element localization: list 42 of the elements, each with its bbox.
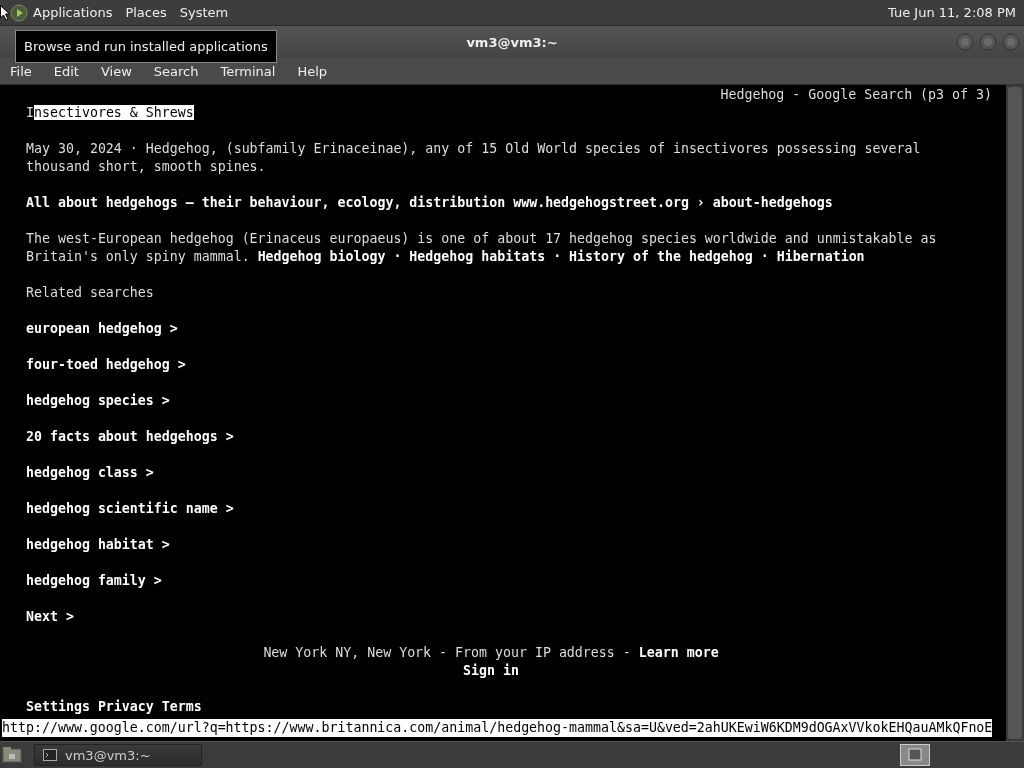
window-control-icon[interactable] <box>979 33 997 51</box>
task-button[interactable]: vm3@vm3:~ <box>34 744 202 766</box>
menu-item[interactable]: Edit <box>53 63 79 79</box>
text-line: hedgehog family > <box>26 573 162 588</box>
cursor-icon <box>0 5 10 21</box>
clock[interactable]: Tue Jun 11, 2:08 PM <box>888 5 1016 20</box>
text-line: Next > <box>26 609 74 624</box>
text-line: Britain's only spiny mammal. Hedgehog biology · Hedgehog habitats · History of the hedgehog · Hibernation <box>26 249 865 264</box>
text-line: Settings Privacy Terms <box>26 699 202 714</box>
page-title: Hedgehog - Google Search (p3 of 3) <box>720 86 992 104</box>
text-line: All about hedgehogs – their behaviour, ecology, distribution www.hedgehogstreet.org › about-hedgehogs <box>26 195 833 210</box>
text-line: european hedgehog > <box>26 321 178 336</box>
text-line: hedgehog scientific name > <box>26 501 234 516</box>
menu-item[interactable]: View <box>100 63 132 79</box>
text-line: four-toed hedgehog > <box>26 357 186 372</box>
text-line: hedgehog class > <box>26 465 154 480</box>
window-control-icon[interactable] <box>1002 33 1020 51</box>
terminal-icon <box>43 749 57 761</box>
window-control-icon[interactable] <box>956 33 974 51</box>
play-icon[interactable] <box>10 3 28 22</box>
text-line: May 30, 2024 · Hedgehog, (subfamily Erinaceinae), any of 15 Old World species of insectivores possessing several <box>26 141 921 156</box>
panel-menu[interactable]: Applications <box>33 5 113 20</box>
text-line: 20 facts about hedgehogs > <box>26 429 234 444</box>
link[interactable]: nsectivores & Shrews <box>34 105 194 120</box>
panel-menu[interactable]: Places <box>125 5 167 20</box>
text-line: New York NY, New York - From your IP address - Learn more <box>263 645 719 660</box>
panel-menu[interactable]: System <box>179 5 229 20</box>
menu-item[interactable]: File <box>10 63 32 79</box>
window-title: vm3@vm3:~ <box>466 34 558 50</box>
text-line: I <box>26 105 34 120</box>
tooltip: Browse and run installed applications <box>15 30 277 63</box>
workspace-icon[interactable] <box>900 744 930 766</box>
show-desktop-icon[interactable] <box>2 745 22 765</box>
text-line: hedgehog species > <box>26 393 170 408</box>
text-line: Sign in <box>463 663 519 678</box>
text-line: Related searches <box>26 285 154 300</box>
menu-item[interactable]: Search <box>153 63 199 79</box>
text-line: hedgehog habitat > <box>26 537 170 552</box>
text-line: thousand short, smooth spines. <box>26 159 266 174</box>
menu-item[interactable]: Terminal <box>220 63 276 79</box>
text-line: The west-European hedgehog (Erinaceus europaeus) is one of about 17 hedgehog species worldwide and unmistakable as <box>26 231 937 246</box>
menu-item[interactable]: Help <box>297 63 328 79</box>
